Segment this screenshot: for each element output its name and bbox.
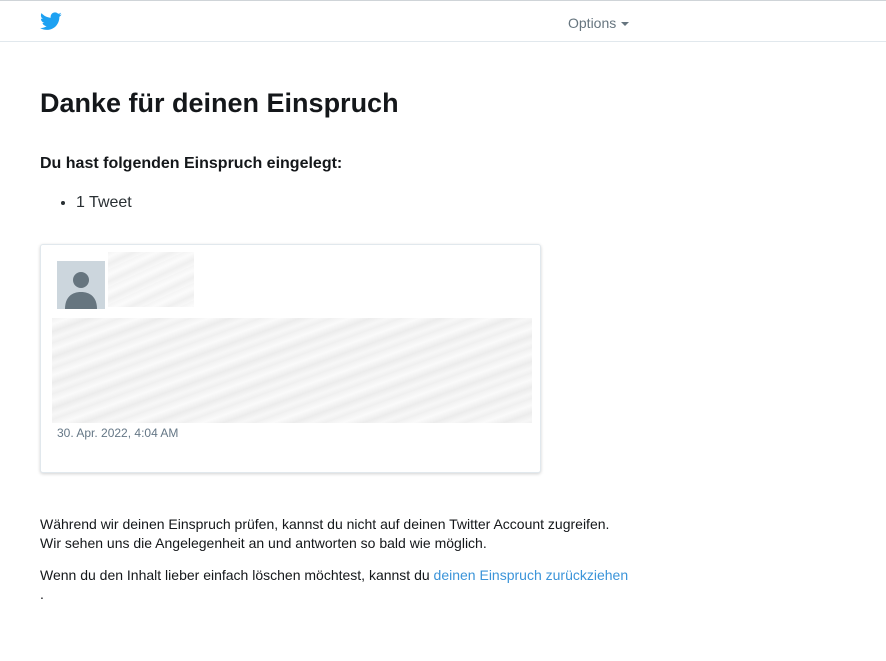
- options-dropdown[interactable]: Options: [568, 14, 630, 32]
- tweet-timestamp: 30. Apr. 2022, 4:04 AM: [57, 426, 179, 440]
- top-navigation-bar: Options: [0, 0, 886, 42]
- trailing-period: .: [40, 586, 44, 602]
- list-item: 1 Tweet: [76, 192, 132, 214]
- appeal-subtitle: Du hast folgenden Einspruch eingelegt:: [40, 155, 343, 172]
- options-label[interactable]: Options: [568, 15, 616, 31]
- redacted-author-name: [108, 252, 194, 307]
- review-info-line-1: Während wir deinen Einspruch prüfen, kan…: [40, 516, 610, 532]
- tweet-card: 30. Apr. 2022, 4:04 AM: [40, 244, 541, 473]
- twitter-bird-icon[interactable]: [40, 12, 62, 31]
- withdraw-appeal-link[interactable]: deinen Einspruch zurückziehen: [434, 567, 629, 583]
- page-title: Danke für deinen Einspruch: [40, 88, 399, 118]
- review-info-line-2: Wir sehen uns die Angelegenheit an und a…: [40, 535, 487, 551]
- delete-content-text: Wenn du den Inhalt lieber einfach lösche…: [40, 566, 628, 585]
- caret-down-icon: [621, 22, 630, 26]
- review-info-text: Während wir deinen Einspruch prüfen, kan…: [40, 515, 609, 553]
- redacted-tweet-text: [52, 318, 532, 423]
- delete-content-label: Wenn du den Inhalt lieber einfach lösche…: [40, 567, 430, 583]
- default-avatar-icon: [57, 261, 105, 309]
- appeal-items-list: 1 Tweet: [40, 192, 132, 214]
